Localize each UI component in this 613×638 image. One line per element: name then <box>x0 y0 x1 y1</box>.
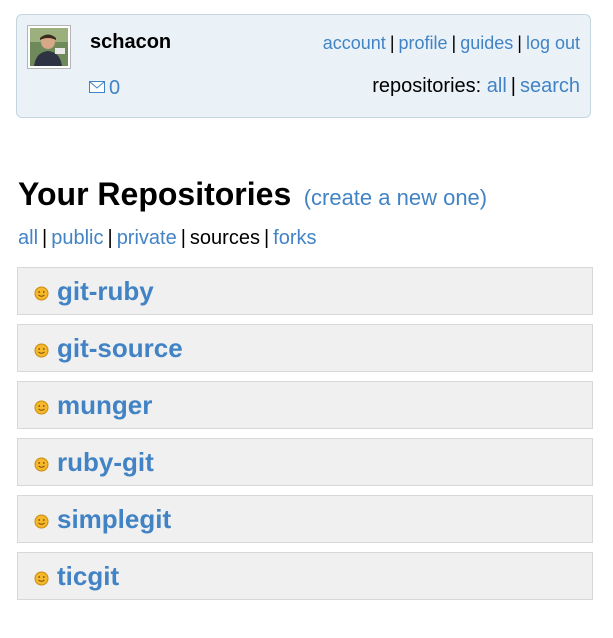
repo-status-icon <box>34 571 49 586</box>
repo-item[interactable]: munger <box>17 381 593 429</box>
separator: | <box>107 227 113 249</box>
repo-status-icon <box>34 343 49 358</box>
repo-item[interactable]: ticgit <box>17 552 593 600</box>
repo-item[interactable]: git-ruby <box>17 267 593 315</box>
separator: | <box>451 33 457 53</box>
mail-icon <box>89 81 105 93</box>
repo-filters: all | public | private | sources | forks <box>18 227 317 250</box>
separator: | <box>510 75 516 97</box>
repo-status-icon <box>34 400 49 415</box>
logout-link[interactable]: log out <box>526 33 580 53</box>
separator: | <box>389 33 395 53</box>
account-link[interactable]: account <box>323 33 386 53</box>
repositories-nav: repositories: all | search <box>372 75 580 98</box>
repo-name-link[interactable]: ticgit <box>57 561 119 592</box>
repo-name-link[interactable]: munger <box>57 390 152 421</box>
create-repository-link[interactable]: (create a new one) <box>304 185 487 210</box>
avatar-photo-icon <box>30 28 68 66</box>
repositories-search-link[interactable]: search <box>520 75 580 97</box>
repo-name-link[interactable]: git-ruby <box>57 276 154 307</box>
repo-name-link[interactable]: ruby-git <box>57 447 154 478</box>
filter-private[interactable]: private <box>117 227 177 249</box>
avatar[interactable] <box>27 25 71 69</box>
repositories-all-link[interactable]: all <box>487 75 507 97</box>
inbox-link[interactable]: 0 <box>89 77 120 100</box>
filter-public[interactable]: public <box>51 227 103 249</box>
repo-status-icon <box>34 286 49 301</box>
separator: | <box>180 227 186 249</box>
repo-item[interactable]: git-source <box>17 324 593 372</box>
repo-status-icon <box>34 457 49 472</box>
user-panel: schacon 0 account | profile | guides | log out… <box>16 14 591 118</box>
repo-status-icon <box>34 514 49 529</box>
repositories-label: repositories: <box>372 75 482 97</box>
profile-link[interactable]: profile <box>399 33 448 53</box>
guides-link[interactable]: guides <box>460 33 513 53</box>
repo-name-link[interactable]: git-source <box>57 333 183 364</box>
separator: | <box>263 227 270 249</box>
filter-all[interactable]: all <box>18 227 38 249</box>
separator: | <box>42 227 48 249</box>
page-header: Your Repositories (create a new one) <box>18 176 487 213</box>
separator: | <box>517 33 522 53</box>
repo-item[interactable]: simplegit <box>17 495 593 543</box>
filter-sources[interactable]: sources <box>190 227 260 249</box>
page-title: Your Repositories <box>18 176 292 212</box>
filter-forks[interactable]: forks <box>273 227 316 249</box>
inbox-count[interactable]: 0 <box>109 77 120 100</box>
repo-item[interactable]: ruby-git <box>17 438 593 486</box>
repo-name-link[interactable]: simplegit <box>57 504 171 535</box>
repository-list: git-ruby git-source munger ruby-git simp… <box>17 267 593 609</box>
top-nav: account | profile | guides | log out <box>323 33 580 54</box>
username[interactable]: schacon <box>90 31 171 54</box>
